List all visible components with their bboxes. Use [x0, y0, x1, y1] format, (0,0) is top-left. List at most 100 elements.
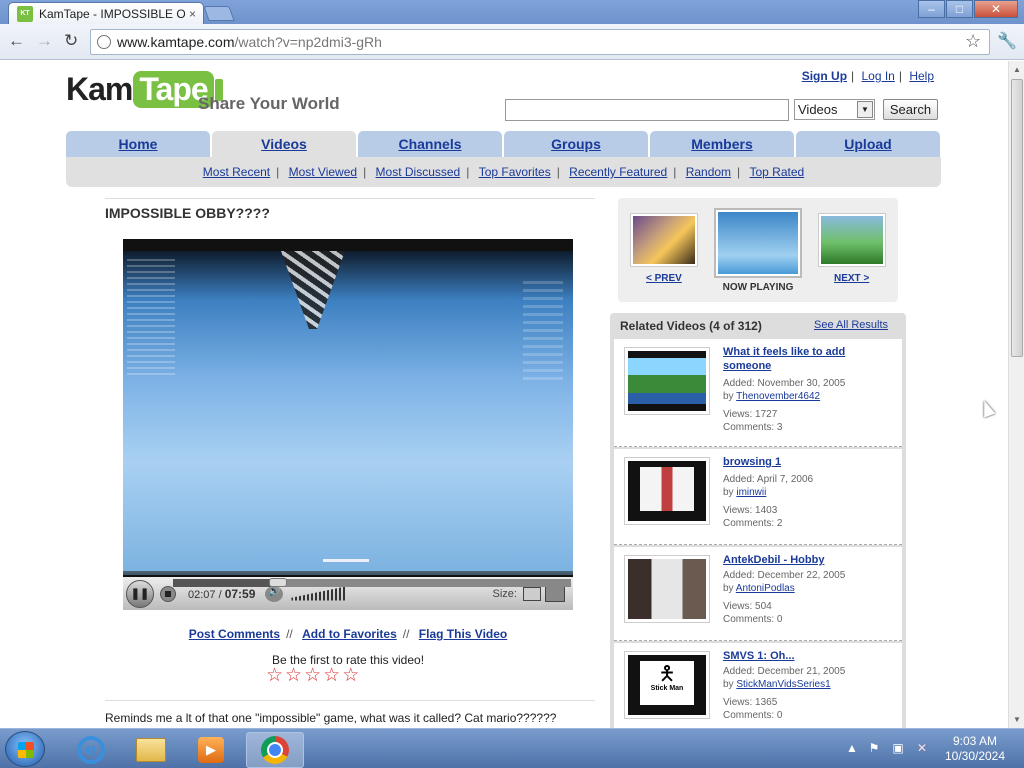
tab-groups-label[interactable]: Groups	[551, 136, 601, 152]
scroll-down-arrow-icon[interactable]: ▼	[1013, 715, 1021, 724]
prev-link[interactable]: < PREV	[646, 273, 682, 284]
pause-button[interactable]: ❚❚	[126, 579, 154, 608]
related-title[interactable]: What it feels like to add someone	[723, 345, 893, 373]
back-arrow-icon[interactable]: ←	[8, 32, 25, 50]
browser-tab[interactable]: KT KamTape - IMPOSSIBLE OB ×	[8, 2, 204, 24]
close-window-button[interactable]: ✕	[974, 0, 1018, 18]
related-title[interactable]: AntekDebil - Hobby	[723, 553, 893, 567]
see-all-results-link[interactable]: See All Results	[814, 319, 888, 331]
subnav-random[interactable]: Random	[686, 165, 731, 179]
tab-groups[interactable]: Groups	[504, 131, 648, 157]
rating-star-icon[interactable]: ☆	[323, 666, 340, 686]
tab-home-label[interactable]: Home	[119, 136, 158, 152]
new-tab-button[interactable]	[203, 6, 235, 21]
address-bar[interactable]: www.kamtape.com/watch?v=np2dmi3-gRh	[90, 29, 990, 55]
chrome-taskbar-button[interactable]	[246, 732, 304, 768]
tab-upload-label[interactable]: Upload	[844, 136, 891, 152]
related-videos-panel: Related Videos (4 of 312) See All Result…	[610, 313, 906, 728]
rating-star-icon[interactable]: ☆	[304, 666, 321, 686]
related-thumbnail[interactable]	[624, 347, 710, 415]
related-item[interactable]: What it feels like to add someone Added:…	[614, 339, 902, 447]
tab-videos-label[interactable]: Videos	[261, 136, 307, 152]
tab-channels-label[interactable]: Channels	[398, 136, 461, 152]
subnav-recently-featured[interactable]: Recently Featured	[569, 165, 667, 179]
internet-explorer-taskbar-button[interactable]: e	[62, 732, 120, 768]
scroll-up-arrow-icon[interactable]: ▲	[1013, 65, 1021, 74]
explorer-taskbar-button[interactable]	[122, 732, 180, 768]
subnav-most-viewed[interactable]: Most Viewed	[289, 165, 357, 179]
subnav-most-discussed[interactable]: Most Discussed	[376, 165, 461, 179]
related-thumbnail[interactable]	[624, 457, 710, 525]
current-time: 02:07	[188, 588, 216, 601]
video-title: IMPOSSIBLE OBBY????	[105, 205, 270, 221]
video-player[interactable]: ❚❚ 02:07 / 07:59 🔊 Size:	[123, 239, 573, 610]
size-small-button[interactable]	[523, 586, 541, 601]
volume-icon[interactable]: 🔊	[265, 585, 284, 602]
related-comments: Comments: 0	[723, 614, 783, 625]
rating-star-icon[interactable]: ☆	[266, 666, 283, 686]
bookmark-star-icon[interactable]: ☆	[965, 31, 981, 52]
tab-close-icon[interactable]: ×	[189, 7, 196, 21]
related-thumbnail[interactable]: 🯅 Stick Man	[624, 651, 710, 719]
related-user-link[interactable]: Thenovember4642	[736, 391, 820, 402]
volume-slider[interactable]	[291, 586, 346, 601]
related-item[interactable]: browsing 1 Added: April 7, 2006 by iminw…	[614, 449, 902, 545]
related-by: by iminwii	[723, 487, 767, 498]
reload-icon[interactable]: ↻	[64, 32, 78, 50]
subnav-most-recent[interactable]: Most Recent	[203, 165, 270, 179]
tab-channels[interactable]: Channels	[358, 131, 502, 157]
tab-members[interactable]: Members	[650, 131, 794, 157]
video-frame-hud	[127, 259, 175, 379]
related-title[interactable]: browsing 1	[723, 455, 893, 469]
related-user-link[interactable]: iminwii	[736, 487, 766, 498]
start-button[interactable]	[5, 731, 45, 767]
url-path: /watch?v=np2dmi3-gRh	[234, 34, 382, 50]
next-video-thumbnail[interactable]	[818, 213, 886, 267]
post-comments-link[interactable]: Post Comments	[189, 627, 280, 641]
next-link[interactable]: NEXT >	[834, 273, 869, 284]
add-to-favorites-link[interactable]: Add to Favorites	[302, 627, 397, 641]
log-in-link[interactable]: Log In	[861, 69, 894, 83]
show-hidden-icons-arrow-icon[interactable]: ▲	[846, 741, 858, 755]
prev-video-thumbnail[interactable]	[630, 213, 698, 267]
video-actions: Post Comments// Add to Favorites// Flag …	[188, 627, 508, 641]
minimize-button[interactable]: –	[918, 0, 945, 18]
video-screen[interactable]	[123, 251, 573, 575]
related-title[interactable]: SMVS 1: Oh...	[723, 649, 893, 663]
tab-home[interactable]: Home	[66, 131, 210, 157]
vertical-scrollbar[interactable]: ▲ ▼	[1008, 61, 1024, 728]
seek-bar[interactable]	[173, 578, 571, 587]
size-large-button[interactable]	[545, 585, 565, 602]
related-item[interactable]: 🯅 Stick Man SMVS 1: Oh... Added: Decembe…	[614, 643, 902, 728]
sign-up-link[interactable]: Sign Up	[802, 69, 847, 83]
flag-video-link[interactable]: Flag This Video	[419, 627, 507, 641]
related-user-link[interactable]: StickManVidsSeries1	[736, 679, 830, 690]
search-button[interactable]: Search	[883, 99, 938, 120]
tab-title: KamTape - IMPOSSIBLE OB	[39, 6, 185, 21]
search-input[interactable]	[505, 99, 789, 121]
network-icon[interactable]: ▣	[890, 741, 906, 757]
rating-star-icon[interactable]: ☆	[342, 666, 359, 686]
media-player-taskbar-button[interactable]: ▶	[182, 732, 240, 768]
tab-members-label[interactable]: Members	[691, 136, 752, 152]
help-link[interactable]: Help	[909, 69, 934, 83]
system-clock[interactable]: 9:03 AM 10/30/2024	[940, 734, 1010, 764]
action-center-flag-icon[interactable]: ⚑	[866, 741, 882, 757]
subnav-top-favorites[interactable]: Top Favorites	[479, 165, 551, 179]
maximize-button[interactable]: □	[946, 0, 973, 18]
dropdown-arrow-icon[interactable]: ▼	[857, 101, 873, 118]
rating-star-icon[interactable]: ☆	[285, 666, 302, 686]
stop-button[interactable]	[160, 585, 176, 602]
search-category-select[interactable]: Videos ▼	[794, 99, 875, 120]
scrollbar-thumb[interactable]	[1011, 79, 1023, 357]
related-thumbnail[interactable]	[624, 555, 710, 623]
tab-videos[interactable]: Videos	[212, 131, 356, 157]
tab-upload[interactable]: Upload	[796, 131, 940, 157]
seek-bar-knob[interactable]	[269, 578, 288, 587]
subnav-top-rated[interactable]: Top Rated	[750, 165, 805, 179]
wrench-menu-icon[interactable]: 🔧	[997, 31, 1017, 51]
volume-muted-icon[interactable]: ✕	[914, 741, 930, 757]
forward-arrow-icon[interactable]: →	[36, 32, 53, 50]
related-item[interactable]: AntekDebil - Hobby Added: December 22, 2…	[614, 547, 902, 641]
related-user-link[interactable]: AntoniPodlas	[736, 583, 795, 594]
